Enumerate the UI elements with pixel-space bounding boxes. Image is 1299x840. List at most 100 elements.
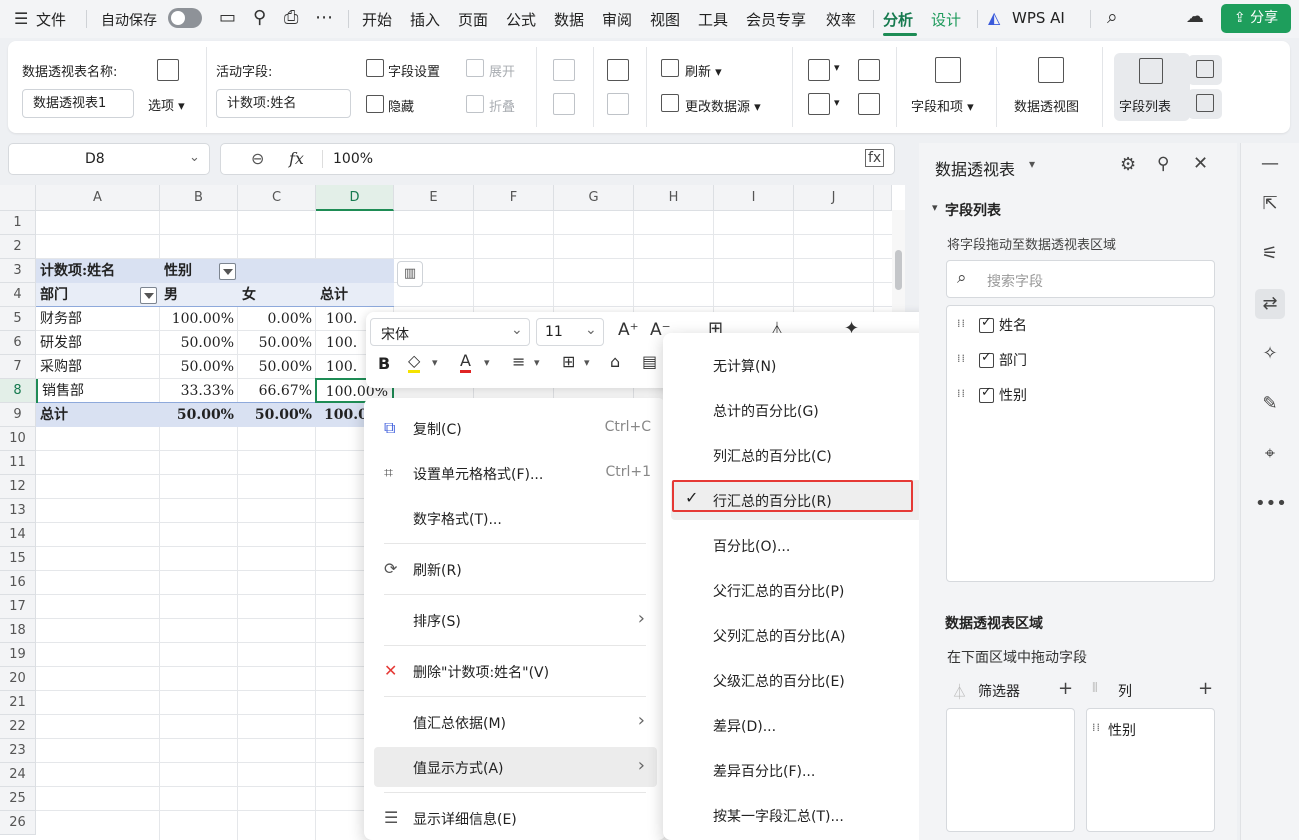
menu-item-number-format[interactable]: 数字格式(T)...	[374, 498, 657, 538]
pivot-options-icon[interactable]: ▤	[642, 352, 657, 371]
cell-b8[interactable]: 33.33%	[160, 379, 238, 403]
minimize-icon[interactable]: —	[1255, 149, 1285, 179]
row-header[interactable]: 4	[0, 283, 36, 307]
options-button[interactable]: 选项 ▾	[148, 95, 185, 114]
font-size-select[interactable]: 11 ⌄	[536, 318, 604, 346]
collapse-triangle-icon[interactable]: ▾	[932, 201, 938, 214]
chevron-down-icon[interactable]: ▾	[432, 356, 438, 369]
drag-handle-icon[interactable]: ⁞⁞	[957, 317, 966, 330]
zoom-formula-icon[interactable]: ⊖	[251, 149, 264, 168]
drag-handle-icon[interactable]: ⁞⁞	[1092, 721, 1101, 734]
row-header[interactable]: 16	[0, 571, 36, 595]
column-header[interactable]: J	[794, 185, 874, 211]
clear-dropdown-icon[interactable]: ▾	[834, 61, 840, 74]
field-item[interactable]: ⁞⁞ 姓名	[947, 310, 1214, 340]
submenu-item-no-calc[interactable]: 无计算(N)	[671, 345, 932, 385]
submenu-item-pct-grand-total[interactable]: 总计的百分比(G)	[671, 390, 932, 430]
row-header-selected[interactable]: 8	[0, 379, 36, 403]
chevron-down-icon[interactable]: ▾	[584, 356, 590, 369]
more-icon[interactable]: ⋯	[315, 9, 333, 27]
increase-font-icon[interactable]: A⁺	[618, 320, 639, 340]
submenu-item-pct-of[interactable]: 百分比(O)...	[671, 525, 932, 565]
row-header[interactable]: 23	[0, 739, 36, 763]
close-icon[interactable]: ✕	[1193, 153, 1208, 174]
cell-b9[interactable]: 50.00%	[160, 403, 238, 427]
row-header[interactable]: 21	[0, 691, 36, 715]
cell-d4[interactable]: 总计	[316, 283, 394, 307]
row-header[interactable]: 9	[0, 403, 36, 427]
fill-color-icon[interactable]: ◇	[408, 352, 421, 373]
submenu-item-pct-difference[interactable]: 差异百分比(F)...	[671, 750, 932, 790]
submenu-item-running-total[interactable]: 按某一字段汇总(T)...	[671, 795, 932, 835]
expand-formula-icon[interactable]: fx	[865, 149, 885, 167]
chevron-down-icon[interactable]: ▾	[484, 356, 490, 369]
fields-items-button[interactable]: 字段和项 ▾	[911, 96, 974, 115]
delete-pivot-icon[interactable]	[858, 93, 880, 115]
expand-button[interactable]: 展开	[489, 61, 515, 80]
row-header[interactable]: 19	[0, 643, 36, 667]
menu-item-show-details[interactable]: ☰ 显示详细信息(E)	[374, 798, 657, 838]
select-all-corner[interactable]	[0, 185, 36, 211]
field-item[interactable]: ⁞⁞ 性别	[947, 380, 1214, 410]
tab-analyze[interactable]: 分析	[883, 9, 913, 30]
gear-icon[interactable]: ⚙	[1120, 154, 1136, 175]
more-icon[interactable]: •••	[1255, 489, 1287, 519]
tab-design[interactable]: 设计	[931, 9, 961, 30]
scrollbar-thumb[interactable]	[895, 250, 902, 290]
file-menu[interactable]: 文件	[36, 9, 66, 30]
cell-a9[interactable]: 总计	[36, 403, 160, 427]
filter-area-box[interactable]	[946, 708, 1075, 832]
column-filter-dropdown[interactable]	[219, 263, 236, 280]
collapse-button[interactable]: 折叠	[489, 96, 515, 115]
submenu-item-difference[interactable]: 差异(D)...	[671, 705, 932, 745]
row-header[interactable]: 15	[0, 547, 36, 571]
tab-member[interactable]: 会员专享	[746, 9, 806, 30]
hide-button[interactable]: 隐藏	[388, 96, 414, 115]
menu-item-summarize-by[interactable]: 值汇总依据(M) ›	[374, 702, 657, 742]
cell-a7[interactable]: 采购部	[36, 355, 160, 379]
map-search-icon[interactable]: ⌖	[1255, 439, 1285, 469]
submenu-item-pct-parent[interactable]: 父级汇总的百分比(E)	[671, 660, 932, 700]
add-filter-icon[interactable]: +	[1058, 678, 1073, 699]
cell-b3[interactable]: 性别	[160, 259, 214, 283]
tab-view[interactable]: 视图	[650, 9, 680, 30]
cell-d5[interactable]: 100.	[322, 307, 366, 331]
select-dropdown-icon[interactable]: ▾	[834, 96, 840, 109]
row-header[interactable]: 5	[0, 307, 36, 331]
drag-handle-icon[interactable]: ⁞⁞	[957, 352, 966, 365]
column-area-field[interactable]: 性别	[1108, 720, 1136, 740]
search-field-input[interactable]: ⌕ 搜索字段	[946, 260, 1215, 298]
column-header[interactable]: H	[634, 185, 714, 211]
cell-a3[interactable]: 计数项:姓名	[36, 259, 160, 283]
drag-handle-icon[interactable]: ⁞⁞	[957, 387, 966, 400]
hamburger-icon[interactable]: ☰	[14, 11, 28, 27]
tab-data[interactable]: 数据	[554, 9, 584, 30]
formula-input[interactable]: 100%	[333, 151, 373, 167]
buttons-toggle[interactable]	[1188, 89, 1222, 119]
cell-a5[interactable]: 财务部	[36, 307, 160, 331]
row-filter-dropdown[interactable]	[140, 287, 157, 304]
row-header[interactable]: 22	[0, 715, 36, 739]
cell-c4[interactable]: 女	[238, 283, 316, 307]
insert-timeline-icon[interactable]	[607, 93, 629, 115]
chevron-down-icon[interactable]: ▾	[534, 356, 540, 369]
row-header[interactable]: 25	[0, 787, 36, 811]
tab-review[interactable]: 审阅	[602, 9, 632, 30]
cell-a8[interactable]: 销售部	[36, 379, 160, 403]
column-header[interactable]: E	[394, 185, 474, 211]
cell-c6[interactable]: 50.00%	[238, 331, 316, 355]
cell-d7[interactable]: 100.	[322, 355, 366, 379]
row-header[interactable]: 20	[0, 667, 36, 691]
row-header[interactable]: 14	[0, 523, 36, 547]
magic-tools-icon[interactable]: ✧	[1255, 339, 1285, 369]
save-icon[interactable]: ▭	[219, 9, 236, 27]
column-header-selected[interactable]: D	[316, 185, 394, 211]
cell-c5[interactable]: 0.00%	[238, 307, 316, 331]
submenu-item-pct-parent-row[interactable]: 父行汇总的百分比(P)	[671, 570, 932, 610]
cell-d9[interactable]: 100.0	[320, 403, 366, 427]
cell-b7[interactable]: 50.00%	[160, 355, 238, 379]
font-name-select[interactable]: 宋体 ⌄	[370, 318, 530, 346]
pin-icon[interactable]: ⚲	[1157, 154, 1169, 174]
feather-icon[interactable]: ✎	[1255, 389, 1285, 419]
tab-formula[interactable]: 公式	[506, 9, 536, 30]
